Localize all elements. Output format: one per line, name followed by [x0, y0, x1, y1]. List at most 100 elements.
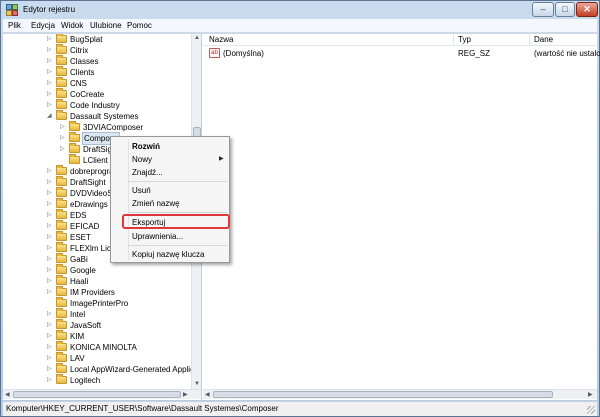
expand-arrow-icon[interactable]: ▷: [47, 277, 52, 284]
menu-pomoc[interactable]: Pomoc: [127, 21, 152, 30]
expand-arrow-icon[interactable]: ▷: [47, 310, 52, 317]
value-name[interactable]: (Domyślna): [223, 48, 264, 59]
expand-arrow-icon[interactable]: ▷: [47, 244, 52, 251]
scroll-thumb[interactable]: [213, 391, 553, 398]
scroll-up-arrow-icon[interactable]: ▲: [194, 35, 200, 41]
folder-icon: [56, 34, 67, 43]
expand-arrow-icon[interactable]: ▷: [47, 167, 52, 174]
folder-icon: [56, 352, 67, 362]
tree-horizontal-scrollbar[interactable]: ◀ ▶: [3, 389, 201, 399]
tree-item-label[interactable]: CNS: [70, 78, 87, 89]
menu-item-permissions[interactable]: Uprawnienia...: [132, 232, 183, 242]
expand-arrow-icon[interactable]: ▷: [47, 90, 52, 97]
tree-item-label[interactable]: BugSplat: [70, 34, 102, 45]
tree-item-label[interactable]: Haali: [70, 276, 88, 287]
menu-edycja[interactable]: Edycja: [31, 21, 55, 30]
tree-item-label[interactable]: Google: [70, 265, 96, 276]
expand-arrow-icon[interactable]: ▷: [60, 145, 65, 152]
expand-arrow-icon[interactable]: ▷: [60, 134, 65, 141]
expand-arrow-icon[interactable]: ▷: [47, 354, 52, 361]
folder-icon: [56, 99, 67, 109]
close-button[interactable]: ✕: [576, 2, 598, 17]
tree-item-label[interactable]: dobreprogra: [70, 166, 114, 177]
expand-arrow-icon[interactable]: ▷: [47, 101, 52, 108]
scroll-right-arrow-icon[interactable]: ▶: [588, 391, 593, 398]
tree-item-label[interactable]: EDS: [70, 210, 86, 221]
tree-item-label[interactable]: IM Providers: [70, 287, 115, 298]
value-type: REG_SZ: [458, 49, 491, 58]
expand-arrow-icon[interactable]: ▷: [60, 123, 65, 130]
expand-arrow-icon[interactable]: ▷: [47, 189, 52, 196]
scroll-left-arrow-icon[interactable]: ◀: [5, 391, 10, 398]
tree-item-label[interactable]: Dassault Systemes: [70, 111, 138, 122]
expand-arrow-icon[interactable]: ▷: [47, 288, 52, 295]
tree-item-label[interactable]: Local AppWizard-Generated Applicati: [70, 364, 201, 375]
expand-arrow-icon[interactable]: ▷: [47, 321, 52, 328]
values-horizontal-scrollbar[interactable]: ◀ ▶: [203, 389, 597, 399]
expand-arrow-icon[interactable]: ▷: [47, 332, 52, 339]
scroll-left-arrow-icon[interactable]: ◀: [205, 391, 210, 398]
maximize-button[interactable]: □: [555, 2, 575, 17]
tree-item-label[interactable]: ImagePrinterPro: [70, 298, 128, 309]
menu-item-copy-key-name[interactable]: Kopiuj nazwę klucza: [132, 250, 204, 260]
tree-item-label[interactable]: Logitech: [70, 375, 100, 386]
menu-item-new[interactable]: Nowy: [132, 155, 152, 165]
tree-item-label[interactable]: KIM: [70, 331, 84, 342]
menu-item-expand[interactable]: Rozwiń: [132, 142, 160, 152]
tree-item-label[interactable]: eDrawings: [70, 199, 108, 210]
menu-item-delete[interactable]: Usuń: [132, 186, 151, 196]
expand-arrow-icon[interactable]: ▷: [47, 376, 52, 383]
tree-item-label[interactable]: GaBi: [70, 254, 88, 265]
context-menu: Rozwiń Nowy ▶ Znajdź... Usuń Zmień nazwę…: [110, 136, 230, 263]
scroll-thumb[interactable]: [13, 391, 181, 398]
expand-arrow-icon[interactable]: ▷: [47, 57, 52, 64]
menu-item-rename[interactable]: Zmień nazwę: [132, 199, 180, 209]
column-header-data[interactable]: Dane: [530, 34, 597, 46]
key-path: Komputer\HKEY_CURRENT_USER\Software\Dass…: [6, 404, 279, 413]
column-header-type[interactable]: Typ: [454, 34, 529, 46]
tree-item-label[interactable]: Clients: [70, 67, 94, 78]
expand-arrow-icon[interactable]: ▷: [47, 79, 52, 86]
expand-arrow-icon[interactable]: ▷: [47, 365, 52, 372]
tree-item-label[interactable]: CoCreate: [70, 89, 104, 100]
expand-arrow-icon[interactable]: ▷: [47, 233, 52, 240]
tree-item-label[interactable]: EFICAD: [70, 221, 99, 232]
collapse-arrow-icon[interactable]: ◢: [47, 112, 52, 119]
tree-item-label[interactable]: Citrix: [70, 45, 88, 56]
expand-arrow-icon[interactable]: ▷: [47, 211, 52, 218]
column-header-name[interactable]: Nazwa: [203, 34, 453, 46]
scroll-down-arrow-icon[interactable]: ▼: [194, 381, 200, 387]
tree-item-label[interactable]: KONICA MINOLTA: [70, 342, 137, 353]
expand-arrow-icon[interactable]: ▷: [47, 68, 52, 75]
expand-arrow-icon[interactable]: ▷: [47, 35, 52, 42]
tree-item-label[interactable]: LClient: [83, 155, 108, 166]
registry-editor-window: Edytor rejestru – □ ✕ Plik Edycja Widok …: [0, 0, 600, 417]
folder-open-icon: [56, 110, 67, 120]
expand-arrow-icon[interactable]: ▷: [47, 178, 52, 185]
menu-bar: Plik Edycja Widok Ulubione Pomoc: [3, 19, 597, 33]
expand-arrow-icon[interactable]: ▷: [47, 343, 52, 350]
tree-item-label[interactable]: JavaSoft: [70, 320, 101, 331]
folder-icon: [56, 374, 67, 384]
menu-item-find[interactable]: Znajdź...: [132, 168, 163, 178]
tree-item-label[interactable]: Intel: [70, 309, 85, 320]
menu-widok[interactable]: Widok: [61, 21, 83, 30]
tree-item-label[interactable]: Code Industry: [70, 100, 120, 111]
tree-item-label[interactable]: Classes: [70, 56, 98, 67]
expand-arrow-icon[interactable]: ▷: [47, 266, 52, 273]
tree-item-label[interactable]: LAV: [70, 353, 85, 364]
resize-grip-icon[interactable]: [587, 406, 595, 414]
tree-item-label[interactable]: ESET: [70, 232, 91, 243]
folder-icon: [56, 187, 67, 197]
expand-arrow-icon[interactable]: ▷: [47, 46, 52, 53]
expand-arrow-icon[interactable]: ▷: [47, 200, 52, 207]
expand-arrow-icon[interactable]: ▷: [47, 255, 52, 262]
tree-item-label[interactable]: DraftSight: [70, 177, 106, 188]
export-highlight-annotation: [122, 214, 230, 229]
menu-ulubione[interactable]: Ulubione: [90, 21, 122, 30]
folder-icon: [56, 55, 67, 65]
expand-arrow-icon[interactable]: ▷: [47, 222, 52, 229]
minimize-button[interactable]: –: [532, 2, 554, 17]
scroll-right-arrow-icon[interactable]: ▶: [183, 391, 188, 398]
menu-plik[interactable]: Plik: [8, 21, 21, 30]
